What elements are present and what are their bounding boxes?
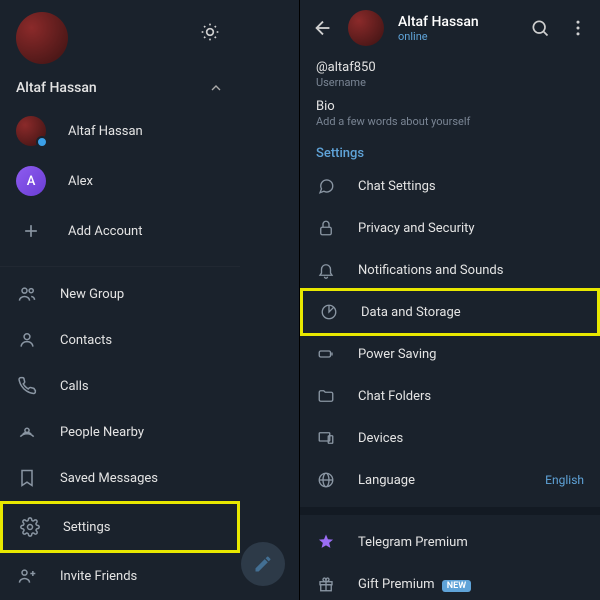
header-status: online bbox=[398, 30, 516, 43]
settings-label: Chat Settings bbox=[358, 179, 584, 194]
settings-value: English bbox=[545, 473, 584, 487]
settings-label: Power Saving bbox=[358, 347, 584, 362]
menu-new-group[interactable]: New Group bbox=[0, 271, 240, 317]
username-field[interactable]: @altaf850 Username bbox=[316, 60, 584, 89]
folder-icon bbox=[316, 386, 336, 406]
new-group-icon bbox=[16, 283, 38, 305]
chat-icon bbox=[316, 176, 336, 196]
profile-name: Altaf Hassan bbox=[16, 80, 97, 96]
settings-label: Devices bbox=[358, 431, 584, 446]
settings-label: Data and Storage bbox=[361, 305, 581, 320]
add-account-label: Add Account bbox=[68, 224, 142, 239]
account-label: Alex bbox=[68, 174, 93, 189]
contacts-icon bbox=[16, 329, 38, 351]
account-label: Altaf Hassan bbox=[68, 124, 143, 139]
bio-hint: Add a few words about yourself bbox=[316, 115, 584, 128]
settings-section-header: Settings bbox=[300, 138, 600, 165]
verified-badge-icon bbox=[36, 136, 48, 148]
menu-label: Calls bbox=[60, 379, 89, 394]
menu-label: New Group bbox=[60, 287, 124, 302]
settings-label: Privacy and Security bbox=[358, 221, 584, 236]
settings-data-storage[interactable]: Data and Storage bbox=[300, 288, 600, 336]
star-icon bbox=[316, 532, 336, 552]
compose-fab[interactable] bbox=[241, 542, 285, 586]
account-avatar: A bbox=[16, 166, 46, 196]
menu-invite-friends[interactable]: Invite Friends bbox=[0, 553, 240, 599]
menu-label: People Nearby bbox=[60, 425, 144, 440]
settings-chat-folders[interactable]: Chat Folders bbox=[300, 375, 600, 417]
username-value: @altaf850 bbox=[316, 60, 584, 75]
settings-chat[interactable]: Chat Settings bbox=[300, 165, 600, 207]
people-nearby-icon bbox=[16, 421, 38, 443]
header-avatar[interactable] bbox=[348, 10, 384, 46]
settings-privacy[interactable]: Privacy and Security bbox=[300, 207, 600, 249]
settings-language[interactable]: Language English bbox=[300, 459, 600, 501]
menu-label: Contacts bbox=[60, 333, 112, 348]
divider bbox=[300, 507, 600, 515]
settings-notifications[interactable]: Notifications and Sounds bbox=[300, 249, 600, 291]
gift-icon bbox=[316, 574, 336, 594]
settings-label: Notifications and Sounds bbox=[358, 263, 584, 278]
menu-saved-messages[interactable]: Saved Messages bbox=[0, 455, 240, 501]
profile-avatar[interactable] bbox=[16, 12, 68, 64]
settings-premium[interactable]: Telegram Premium bbox=[300, 521, 600, 563]
lock-icon bbox=[316, 218, 336, 238]
settings-devices[interactable]: Devices bbox=[300, 417, 600, 459]
battery-icon bbox=[316, 344, 336, 364]
header-name: Altaf Hassan bbox=[398, 14, 516, 30]
settings-power-saving[interactable]: Power Saving bbox=[300, 333, 600, 375]
invite-icon bbox=[16, 565, 38, 587]
menu-people-nearby[interactable]: People Nearby bbox=[0, 409, 240, 455]
devices-icon bbox=[316, 428, 336, 448]
search-icon[interactable] bbox=[530, 18, 550, 38]
bookmark-icon bbox=[16, 467, 38, 489]
settings-label: Gift Premium NEW bbox=[358, 577, 584, 592]
account-avatar bbox=[16, 116, 46, 146]
gear-icon bbox=[19, 516, 41, 538]
theme-toggle-icon[interactable] bbox=[196, 18, 224, 46]
bell-icon bbox=[316, 260, 336, 280]
account-item-altaf[interactable]: Altaf Hassan bbox=[0, 106, 240, 156]
menu-calls[interactable]: Calls bbox=[0, 363, 240, 409]
bio-field[interactable]: Bio Add a few words about yourself bbox=[316, 99, 584, 128]
bio-label: Bio bbox=[316, 99, 584, 114]
menu-settings[interactable]: Settings bbox=[0, 501, 240, 553]
settings-label: Telegram Premium bbox=[358, 535, 584, 550]
menu-label: Settings bbox=[63, 520, 110, 535]
menu-label: Invite Friends bbox=[60, 569, 137, 584]
add-account-button[interactable]: Add Account bbox=[0, 206, 240, 256]
more-icon[interactable] bbox=[568, 18, 588, 38]
account-switcher[interactable]: Altaf Hassan bbox=[0, 72, 240, 106]
calls-icon bbox=[16, 375, 38, 397]
globe-icon bbox=[316, 470, 336, 490]
account-item-alex[interactable]: A Alex bbox=[0, 156, 240, 206]
username-label: Username bbox=[316, 76, 584, 89]
chevron-up-icon bbox=[208, 80, 224, 96]
back-button[interactable] bbox=[312, 17, 334, 39]
pie-icon bbox=[319, 302, 339, 322]
menu-contacts[interactable]: Contacts bbox=[0, 317, 240, 363]
menu-label: Saved Messages bbox=[60, 471, 158, 486]
settings-gift-premium[interactable]: Gift Premium NEW bbox=[300, 563, 600, 600]
new-badge: NEW bbox=[442, 580, 471, 592]
plus-icon bbox=[16, 216, 46, 246]
settings-label: Language bbox=[358, 473, 523, 488]
settings-label: Chat Folders bbox=[358, 389, 584, 404]
